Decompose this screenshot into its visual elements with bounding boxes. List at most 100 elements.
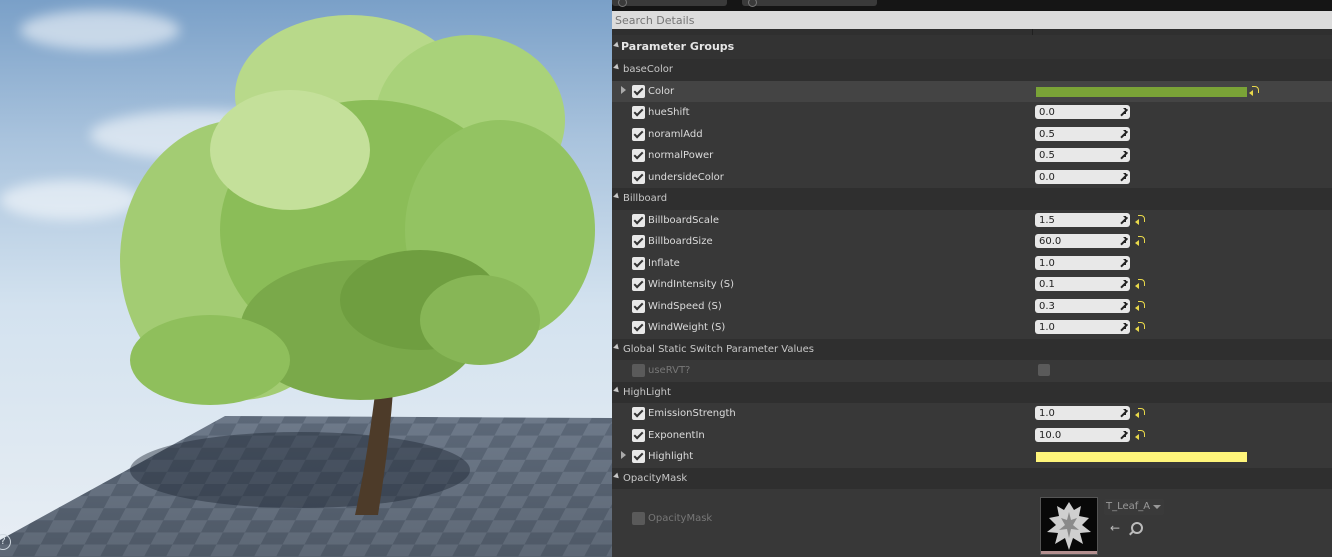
override-checkbox[interactable] [632,84,645,98]
reset-arrow-icon[interactable] [1135,322,1145,332]
expand-arrow-icon[interactable] [621,451,626,459]
drag-grip-icon[interactable] [1119,237,1126,244]
collapse-arrow-icon[interactable] [613,386,621,394]
reset-arrow-icon[interactable] [1135,300,1145,311]
drag-grip-icon[interactable] [1119,151,1126,158]
override-checkbox[interactable] [632,407,645,420]
override-checkbox[interactable] [632,278,645,291]
group-basecolor[interactable]: baseColor [612,59,1332,81]
value-input[interactable]: 0.1 [1035,277,1130,291]
collapse-arrow-icon[interactable] [613,192,621,201]
param-row-color[interactable]: Color [612,80,1332,102]
param-row-normalpower[interactable]: normalPower 0.5 [612,145,1332,167]
drag-grip-icon[interactable] [1119,108,1126,115]
param-row-billboardsize[interactable]: BillboardSize 60.0 [612,231,1332,253]
value-input[interactable]: 0.0 [1035,169,1130,184]
drag-grip-icon[interactable] [1119,258,1126,266]
drag-grip-icon[interactable] [1119,172,1126,180]
override-checkbox[interactable] [632,364,645,377]
param-row-emissionstrength[interactable]: EmissionStrength 1.0 [612,403,1332,425]
group-label: HighLight [623,386,671,398]
override-checkbox[interactable] [632,149,645,162]
param-row-opacitymask[interactable]: OpacityMask T_Leaf_A ← [612,489,1332,557]
reset-arrow-icon[interactable] [1135,408,1145,418]
value-text: 1.5 [1039,214,1055,226]
group-highlight[interactable]: HighLight [612,381,1332,403]
texture-thumbnail[interactable] [1040,497,1098,555]
color-swatch[interactable] [1036,86,1247,97]
param-row-billboardscale[interactable]: BillboardScale 1.5 [612,209,1332,231]
override-checkbox[interactable] [632,512,645,525]
search-details-input[interactable] [612,11,1332,29]
reset-arrow-icon[interactable] [1135,279,1145,289]
param-row-inflate[interactable]: Inflate 1.0 [612,252,1332,274]
drag-grip-icon[interactable] [1119,301,1126,309]
override-checkbox[interactable] [632,428,645,442]
override-checkbox[interactable] [632,106,645,119]
group-label: baseColor [623,64,673,75]
viewport[interactable]: ? [0,0,612,557]
param-row-windweight-s[interactable]: WindWeight (S) 1.0 [612,317,1332,339]
value-input[interactable]: 0.5 [1035,126,1130,141]
override-checkbox[interactable] [632,321,645,334]
value-input[interactable]: 10.0 [1035,427,1130,442]
expand-arrow-icon[interactable] [621,85,626,94]
param-name: Highlight [648,451,694,462]
drag-grip-icon[interactable] [1119,430,1126,438]
value-text: 1.0 [1039,322,1055,333]
color-swatch[interactable] [1036,452,1247,462]
value-input[interactable]: 1.0 [1035,406,1130,420]
param-row-windspeed-s[interactable]: WindSpeed (S) 0.3 [612,295,1332,317]
group-opacitymask[interactable]: OpacityMask [612,467,1332,489]
override-checkbox[interactable] [632,450,645,463]
tab-details[interactable] [612,0,727,7]
value-input[interactable]: 60.0 [1035,234,1130,248]
arrow-left-icon[interactable]: ← [1110,522,1122,534]
collapse-arrow-icon[interactable] [613,63,621,72]
override-checkbox[interactable] [632,213,645,227]
drag-grip-icon[interactable] [1119,215,1126,223]
value-input[interactable]: 1.0 [1035,320,1130,334]
value-input[interactable]: 1.0 [1035,255,1130,270]
param-name: noramlAdd [648,128,703,140]
drag-grip-icon[interactable] [1119,129,1126,137]
value-text: 10.0 [1039,429,1062,441]
drag-grip-icon[interactable] [1119,409,1126,416]
value-input[interactable]: 0.3 [1035,298,1130,313]
param-row-highlight[interactable]: Highlight [612,446,1332,468]
collapse-arrow-icon[interactable] [613,41,621,50]
param-row-noramladd[interactable]: noramlAdd 0.5 [612,123,1332,145]
collapse-arrow-icon[interactable] [613,472,621,480]
value-text: 1.0 [1039,408,1055,419]
drag-grip-icon[interactable] [1119,280,1126,287]
param-row-undersidecolor[interactable]: undersideColor 0.0 [612,166,1332,188]
chevron-down-icon[interactable] [1153,505,1161,509]
reset-arrow-icon[interactable] [1135,429,1145,440]
reset-arrow-icon[interactable] [1135,214,1145,225]
drag-grip-icon[interactable] [1119,323,1126,330]
search-icon[interactable] [1131,522,1143,534]
static-switch-checkbox[interactable] [1038,364,1050,376]
group-billboard[interactable]: Billboard [612,188,1332,210]
reset-arrow-icon[interactable] [1249,85,1259,96]
param-row-exponentin[interactable]: ExponentIn 10.0 [612,424,1332,446]
override-checkbox[interactable] [632,127,645,141]
override-checkbox[interactable] [632,299,645,313]
param-row-hueshift[interactable]: hueShift 0.0 [612,102,1332,124]
value-text: 60.0 [1039,236,1062,247]
param-row-windintensity-s[interactable]: WindIntensity (S) 0.1 [612,274,1332,296]
texture-asset-combo[interactable]: T_Leaf_A [1104,499,1164,515]
section-parameter-groups[interactable]: Parameter Groups [612,35,1332,59]
override-checkbox[interactable] [632,256,645,270]
value-input[interactable]: 0.0 [1035,105,1130,119]
value-input[interactable]: 0.5 [1035,148,1130,162]
param-row-uservt[interactable]: useRVT? [612,360,1332,382]
group-global-static-switch-parameter-values[interactable]: Global Static Switch Parameter Values [612,338,1332,360]
value-input[interactable]: 1.5 [1035,212,1130,227]
collapse-arrow-icon[interactable] [613,343,621,351]
reset-arrow-icon[interactable] [1135,236,1145,246]
param-name: BillboardScale [648,214,719,226]
override-checkbox[interactable] [632,235,645,248]
tab-layer-parameters[interactable] [742,0,877,7]
override-checkbox[interactable] [632,170,645,184]
